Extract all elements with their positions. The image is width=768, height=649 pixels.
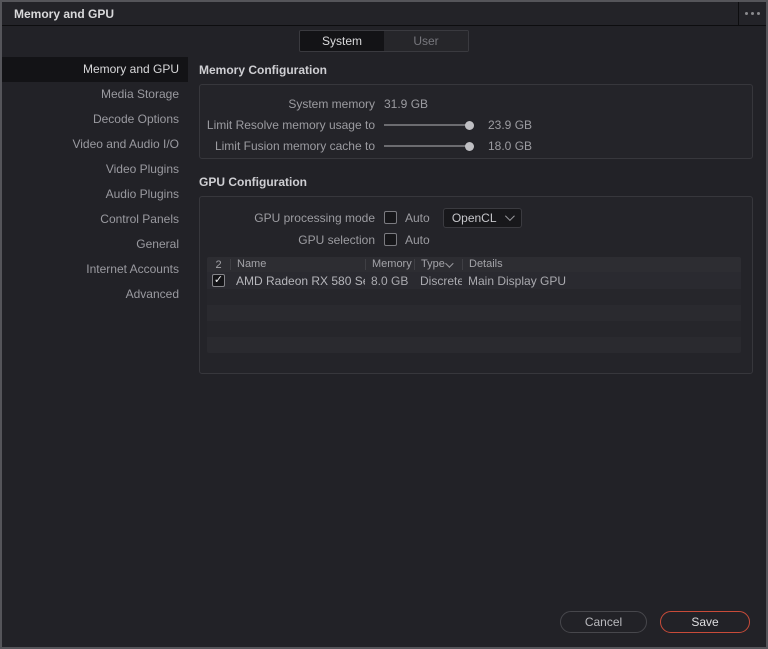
sidebar: Memory and GPU Media Storage Decode Opti… xyxy=(2,56,188,645)
name-column-header[interactable]: Name xyxy=(230,259,365,270)
gpu-processing-auto-label: Auto xyxy=(405,210,430,225)
gpu-details-cell: Main Display GPU xyxy=(468,273,567,288)
sidebar-item-video-audio-io[interactable]: Video and Audio I/O xyxy=(2,132,188,157)
sidebar-item-memory-and-gpu[interactable]: Memory and GPU xyxy=(2,57,188,82)
fusion-memory-slider[interactable] xyxy=(384,141,474,151)
gpu-processing-auto-checkbox[interactable] xyxy=(384,211,397,224)
empty-table-row xyxy=(207,289,741,305)
chevron-down-icon xyxy=(445,259,454,268)
slider-knob[interactable] xyxy=(465,120,474,130)
window-title: Memory and GPU xyxy=(14,6,115,21)
tab-group: System User xyxy=(299,30,469,52)
memory-column-header[interactable]: Memory xyxy=(365,259,414,270)
resolve-memory-row: Limit Resolve memory usage to 23.9 GB xyxy=(200,115,752,135)
gpu-processing-mode-label: GPU processing mode xyxy=(254,210,375,225)
system-memory-value: 31.9 GB xyxy=(384,97,429,111)
gpu-enabled-checkbox[interactable]: ✓ xyxy=(212,274,225,287)
gpu-selection-auto-label: Auto xyxy=(405,232,430,247)
type-column-label: Type xyxy=(421,259,445,270)
gpu-processing-mode-value: OpenCL xyxy=(451,210,497,225)
sidebar-item-internet-accounts[interactable]: Internet Accounts xyxy=(2,257,188,282)
type-column-header[interactable]: Type xyxy=(414,259,462,270)
title-bar: Memory and GPU xyxy=(2,1,766,26)
gpu-count-header: 2 xyxy=(215,258,222,271)
resolve-memory-value: 23.9 GB xyxy=(488,118,533,132)
gpu-table-header: 2 Name Memory Type Details xyxy=(207,257,741,272)
system-memory-row: System memory 31.9 GB xyxy=(200,94,752,114)
ellipsis-menu-icon xyxy=(757,12,760,15)
gpu-configuration-panel: GPU processing mode Auto OpenCL GPU sele… xyxy=(199,196,753,374)
cancel-button[interactable]: Cancel xyxy=(560,611,647,633)
fusion-memory-value: 18.0 GB xyxy=(488,139,533,153)
options-menu-button[interactable] xyxy=(739,2,766,26)
tab-bar: System User xyxy=(2,26,766,56)
sidebar-item-media-storage[interactable]: Media Storage xyxy=(2,82,188,107)
gpu-selection-auto-checkbox[interactable] xyxy=(384,233,397,246)
sidebar-item-video-plugins[interactable]: Video Plugins xyxy=(2,157,188,182)
memory-configuration-panel: System memory 31.9 GB Limit Resolve memo… xyxy=(199,84,753,159)
slider-knob[interactable] xyxy=(465,141,474,151)
gpu-type-cell: Discrete xyxy=(420,273,462,288)
memory-configuration-heading: Memory Configuration xyxy=(199,63,327,77)
fusion-memory-row: Limit Fusion memory cache to 18.0 GB xyxy=(200,136,752,156)
slider-track xyxy=(384,124,470,126)
empty-table-row xyxy=(207,337,741,353)
gpu-selection-label: GPU selection xyxy=(298,232,375,247)
sidebar-item-audio-plugins[interactable]: Audio Plugins xyxy=(2,182,188,207)
gpu-selection-row: GPU selection Auto xyxy=(200,229,752,250)
gpu-table: 2 Name Memory Type Details ✓ AMD Radeon … xyxy=(207,257,741,353)
empty-table-row xyxy=(207,321,741,337)
sidebar-item-control-panels[interactable]: Control Panels xyxy=(2,207,188,232)
slider-track xyxy=(384,145,470,147)
tab-user[interactable]: User xyxy=(384,31,468,51)
content-area: Memory and GPU Media Storage Decode Opti… xyxy=(2,56,766,645)
resolve-memory-label: Limit Resolve memory usage to xyxy=(206,118,375,132)
chevron-down-icon xyxy=(504,211,515,222)
sidebar-item-advanced[interactable]: Advanced xyxy=(2,282,188,307)
system-memory-label: System memory xyxy=(288,97,375,111)
footer-actions: Cancel Save xyxy=(560,611,750,633)
gpu-table-row[interactable]: ✓ AMD Radeon RX 580 Series 8.0 GB Discre… xyxy=(207,272,741,289)
ellipsis-menu-icon xyxy=(751,12,754,15)
empty-table-row xyxy=(207,305,741,321)
gpu-memory-cell: 8.0 GB xyxy=(371,273,409,288)
sidebar-item-decode-options[interactable]: Decode Options xyxy=(2,107,188,132)
ellipsis-menu-icon xyxy=(745,12,748,15)
sidebar-item-general[interactable]: General xyxy=(2,232,188,257)
fusion-memory-label: Limit Fusion memory cache to xyxy=(214,139,375,153)
resolve-memory-slider[interactable] xyxy=(384,120,474,130)
preferences-dialog: Memory and GPU System User Memory and GP… xyxy=(0,0,768,649)
gpu-processing-mode-dropdown[interactable]: OpenCL xyxy=(442,207,522,228)
gpu-processing-mode-row: GPU processing mode Auto OpenCL xyxy=(200,207,752,228)
details-column-header[interactable]: Details xyxy=(462,259,741,270)
gpu-configuration-heading: GPU Configuration xyxy=(199,175,307,189)
tab-system[interactable]: System xyxy=(300,31,384,51)
main-panel: Memory Configuration System memory 31.9 … xyxy=(188,56,766,645)
save-button[interactable]: Save xyxy=(660,611,750,633)
check-icon: ✓ xyxy=(213,274,224,286)
gpu-name-cell: AMD Radeon RX 580 Series xyxy=(236,273,365,288)
